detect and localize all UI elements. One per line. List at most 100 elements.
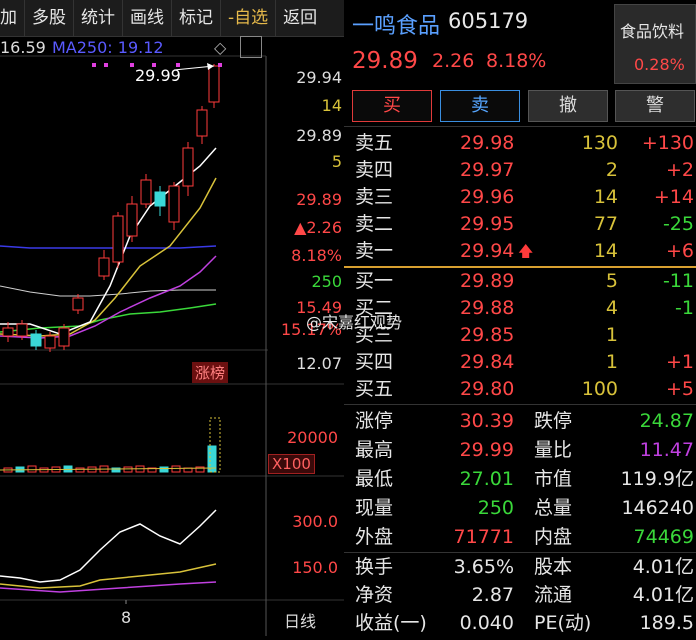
bid-level-label: 买五 [355, 378, 394, 400]
toolbar-statistics[interactable]: 统计 [74, 0, 123, 36]
candlestick [208, 65, 220, 103]
axis-label-volume: 250 [311, 272, 342, 291]
stat-label: 跌停 [534, 410, 573, 432]
axis-label-change-pct: 8.18% [291, 246, 342, 265]
bid-price[interactable]: 29.85 [460, 322, 514, 349]
stat-label: 涨停 [355, 410, 394, 432]
ask-level-label: 卖一 [355, 240, 394, 262]
stat-value: 3.65% [453, 556, 514, 578]
axis-label-last: 29.89 [296, 190, 342, 209]
stat-value: 11.47 [639, 439, 694, 461]
axis-label-high: 29.94 [296, 68, 342, 87]
candlestick [168, 185, 180, 223]
panel-toggle-icon[interactable] [240, 36, 262, 58]
bid-change: +1 [665, 351, 694, 373]
stat-value: 2.87 [471, 584, 514, 606]
stat-label: 量比 [534, 439, 573, 461]
stat-label: 市值 [534, 468, 573, 490]
bid-level-label: 买一 [355, 270, 394, 292]
candlestick [72, 297, 84, 311]
ma250-line [0, 245, 217, 249]
bid-level-label: 买三 [355, 324, 394, 346]
stat-value: 119.9亿 [620, 468, 694, 490]
price-change-percent: 8.18% [486, 50, 547, 72]
toolbar-mark[interactable]: 标记 [172, 0, 221, 36]
candlestick [44, 335, 56, 349]
bid-level-label: 买四 [355, 351, 394, 373]
axis-label-mid: 29.89 [296, 126, 342, 145]
kline-chart[interactable]: 16.59 MA250: 19.12 ◇ 29.99 29.94 14 29.8… [0, 36, 344, 636]
signal-marker [92, 63, 96, 67]
stat-label: 现量 [355, 497, 394, 519]
signal-marker [104, 63, 108, 67]
stat-label: 净资 [355, 584, 394, 606]
ask-price[interactable]: 29.97 [460, 157, 514, 184]
toolbar-multi-stock[interactable]: 多股 [25, 0, 74, 36]
ask-price[interactable]: 29.94 [460, 238, 514, 265]
period-label[interactable]: 日线 [284, 608, 316, 632]
toolbar-remove-watchlist[interactable]: -自选 [221, 0, 277, 36]
stat-label: 内盘 [534, 526, 573, 548]
ask-level-label: 卖二 [355, 213, 394, 235]
ma250-label: MA250: 19.12 [52, 38, 164, 57]
stat-label: 换手 [355, 556, 394, 578]
ask-volume: 130 [581, 132, 618, 154]
candlestick [196, 109, 208, 137]
bid-change: +5 [665, 378, 694, 400]
bid-price[interactable]: 29.89 [460, 268, 514, 295]
ask-price[interactable]: 29.96 [460, 184, 514, 211]
candlestick [2, 327, 14, 337]
ask-change: +6 [665, 240, 694, 262]
axis-label-low: 12.07 [296, 354, 342, 373]
sector-change: 0.28% [634, 55, 685, 74]
ask-volume: 2 [605, 159, 618, 181]
bid-level-label: 买二 [355, 297, 394, 319]
bid-price[interactable]: 29.84 [460, 349, 514, 376]
ask-price[interactable]: 29.95 [460, 211, 514, 238]
volume-bar [159, 466, 169, 473]
toolbar-back[interactable]: 返回 [276, 0, 324, 36]
ask-price[interactable]: 29.98 [460, 130, 514, 157]
cancel-order-button[interactable]: 撤 [528, 90, 608, 122]
diamond-icon[interactable]: ◇ [214, 38, 226, 57]
signal-marker [130, 63, 134, 67]
candlestick [154, 191, 166, 207]
axis-label-change: ▲2.26 [294, 218, 342, 237]
ask-change: +2 [665, 159, 694, 181]
stat-label: 股本 [534, 556, 573, 578]
chart-toolbar: 加 多股 统计 画线 标记 -自选 返回 [0, 0, 344, 37]
bid-price[interactable]: 29.88 [460, 295, 514, 322]
sector-name: 食品饮料 [620, 22, 685, 41]
stat-label: 流通 [534, 584, 573, 606]
buy-button[interactable]: 买 [352, 90, 432, 122]
ma-line [0, 177, 217, 337]
alert-button[interactable]: 警 [615, 90, 695, 122]
bid-volume: 5 [605, 270, 618, 292]
divider [344, 126, 696, 127]
candlestick [30, 333, 42, 347]
stat-value: 27.01 [459, 468, 514, 490]
candlestick [112, 215, 124, 263]
price-change: 2.26 [432, 50, 475, 72]
ask-change: -25 [662, 213, 694, 235]
stock-name: 一鸣食品 [352, 14, 441, 39]
toolbar-draw-line[interactable]: 画线 [123, 0, 172, 36]
indicator-axis-bottom: 150.0 [292, 558, 338, 577]
x-axis-tick: 8 [121, 608, 132, 627]
ask-volume: 14 [593, 240, 618, 262]
sell-button[interactable]: 卖 [440, 90, 520, 122]
bid-change [634, 322, 694, 349]
ask-change: +130 [641, 132, 694, 154]
stat-value: 4.01亿 [632, 584, 694, 606]
stat-value: 71771 [453, 526, 514, 548]
candlestick [140, 179, 152, 205]
volume-bar [75, 467, 85, 473]
bid-volume: 4 [605, 297, 618, 319]
candlestick [126, 203, 138, 237]
indicator-axis-top: 300.0 [292, 512, 338, 531]
bid-price[interactable]: 29.80 [460, 376, 514, 403]
toolbar-add[interactable]: 加 [0, 0, 25, 36]
stat-label: PE(动) [534, 612, 592, 634]
stat-value: 146240 [621, 497, 694, 519]
stat-value: 4.01亿 [632, 556, 694, 578]
